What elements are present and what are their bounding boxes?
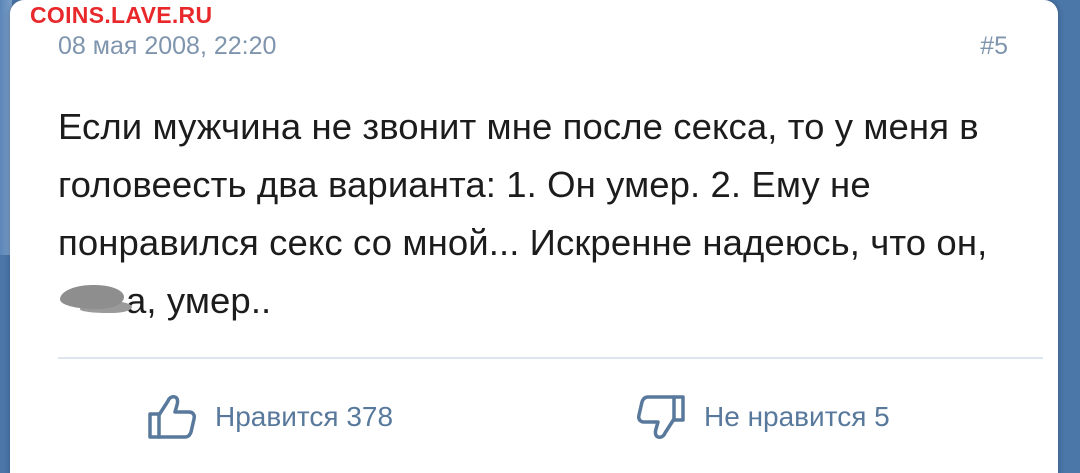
watermark: COINS.LAVE.RU [30, 2, 213, 28]
post-number[interactable]: #5 [980, 32, 1008, 61]
dislike-button[interactable]: Не нравится 5 [636, 393, 890, 441]
post-text: Если мужчина не звонит мне после секса, … [58, 98, 1048, 330]
censor-blot [60, 285, 124, 310]
screenshot-stage: COINS.LAVE.RU 08 мая 2008, 22:20 #5 Если… [0, 0, 1080, 473]
thumbs-down-icon [636, 394, 686, 440]
dislike-count-label: Не нравится 5 [704, 401, 890, 432]
like-count-label: Нравится 378 [215, 401, 394, 432]
post-text-part2: а, умер.. [126, 280, 272, 321]
post-text-part1: Если мужчина не звонит мне после секса, … [58, 106, 988, 263]
divider [58, 357, 1043, 359]
like-button[interactable]: Нравится 378 [147, 393, 393, 441]
thumbs-up-icon [147, 394, 197, 440]
post-date: 08 мая 2008, 22:20 [58, 32, 277, 60]
